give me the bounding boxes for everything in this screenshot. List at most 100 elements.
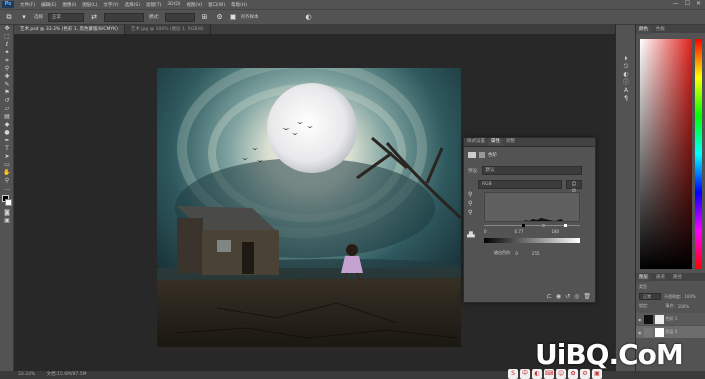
tab-adjustments[interactable]: 调整	[503, 138, 518, 146]
document-tab[interactable]: 艺术.jpg @ 100% (图层 1, RGB/8)	[125, 25, 211, 34]
menu-edit[interactable]: 编辑(E)	[41, 2, 56, 8]
menu-file[interactable]: 文件(F)	[20, 2, 35, 8]
swap-icon[interactable]: ⇄	[89, 12, 99, 22]
close-button[interactable]: ✕	[696, 0, 701, 7]
eyedropper-black-icon[interactable]: ⚲	[468, 191, 472, 198]
hue-slider[interactable]	[695, 39, 702, 269]
align-checkbox[interactable]	[229, 14, 236, 20]
visibility-icon[interactable]: ◎	[574, 293, 579, 300]
eraser-tool-icon[interactable]: ▱	[0, 105, 14, 113]
menu-type[interactable]: 文字(Y)	[103, 2, 118, 8]
actions-panel-icon[interactable]: ⎋	[616, 63, 636, 71]
width-input[interactable]	[104, 12, 144, 22]
tab-color[interactable]: 颜色	[636, 26, 651, 34]
view-previous-icon[interactable]: ◉	[556, 293, 561, 300]
channel-select[interactable]: RGB	[478, 180, 562, 189]
layer-name[interactable]: 图层 4	[666, 329, 678, 335]
crop-tool-icon[interactable]: ⌗	[0, 57, 14, 65]
layer-row[interactable]: ◉ 色阶 1	[636, 313, 705, 325]
brush-panel-icon[interactable]: ◐	[616, 71, 636, 79]
brush-tool-icon[interactable]: ✎	[0, 81, 14, 89]
mode-input[interactable]	[164, 12, 195, 22]
eyedropper-gray-icon[interactable]: ⚲	[468, 200, 472, 207]
menu-layer[interactable]: 图层(L)	[82, 2, 97, 8]
menu-view[interactable]: 视图(V)	[187, 2, 203, 8]
blend-mode-select[interactable]: 正常	[639, 293, 661, 300]
input-high-value[interactable]: 180	[551, 229, 559, 234]
tray-icon[interactable]: 中	[520, 369, 530, 379]
menu-image[interactable]: 图像(I)	[62, 2, 76, 8]
maximize-button[interactable]: ☐	[685, 0, 690, 7]
lasso-tool-icon[interactable]: ℓ	[0, 41, 14, 49]
path-selection-tool-icon[interactable]: ➤	[0, 153, 14, 161]
grid-icon[interactable]: ⊞	[200, 12, 210, 22]
histogram-icon[interactable]: ▟▙	[467, 232, 475, 238]
type-tool-icon[interactable]: T	[0, 145, 14, 153]
blur-tool-icon[interactable]: ◆	[0, 121, 14, 129]
eyedropper-white-icon[interactable]: ⚲	[468, 209, 472, 216]
reset-icon[interactable]: ↺	[565, 293, 570, 300]
healing-brush-tool-icon[interactable]: ✚	[0, 73, 14, 81]
clip-to-layer-icon[interactable]: ⊏	[547, 293, 552, 300]
crop-tool-icon[interactable]: ⧉	[4, 12, 14, 22]
character-panel-icon[interactable]: A	[616, 87, 636, 95]
settings-icon[interactable]: ⚙	[215, 12, 225, 22]
input-mid-value[interactable]: 0.77	[515, 229, 524, 234]
menu-3d[interactable]: 3D(D)	[167, 2, 180, 7]
input-slider[interactable]	[484, 224, 580, 227]
trash-icon[interactable]: 🗑	[583, 293, 591, 300]
hand-tool-icon[interactable]: ✋	[0, 169, 14, 177]
tab-channels[interactable]: 通道	[653, 274, 668, 282]
menu-filter[interactable]: 滤镜(T)	[146, 2, 161, 8]
clone-stamp-tool-icon[interactable]: ⚑	[0, 89, 14, 97]
magic-wand-tool-icon[interactable]: ✦	[0, 49, 14, 57]
background-color[interactable]	[5, 199, 12, 206]
color-swatches[interactable]	[0, 193, 13, 209]
document-tab-active[interactable]: 艺术.psd @ 33.3% (色彩 1, 黑色蒙版/8/CMYK)	[14, 25, 125, 34]
pen-tool-icon[interactable]: ✒	[0, 137, 14, 145]
move-tool-icon[interactable]: ✥	[0, 25, 14, 33]
gradient-tool-icon[interactable]: ▤	[0, 113, 14, 121]
input-mid-handle[interactable]	[542, 224, 545, 227]
tab-layers[interactable]: 图层	[636, 274, 651, 282]
layer-name[interactable]: 色阶 1	[666, 316, 678, 322]
history-brush-tool-icon[interactable]: ↺	[0, 97, 14, 105]
minimize-button[interactable]: —	[673, 0, 679, 7]
menu-help[interactable]: 帮助(H)	[231, 2, 247, 8]
visibility-eye-icon[interactable]: ◉	[638, 317, 642, 322]
auto-button[interactable]: 自动	[566, 180, 582, 194]
eyedropper-tool-icon[interactable]: ⚲	[0, 65, 14, 73]
tab-paths[interactable]: 路径	[670, 274, 685, 282]
dodge-tool-icon[interactable]: ●	[0, 129, 14, 137]
fill-value[interactable]: 100%	[678, 304, 689, 309]
ime-icon[interactable]: S	[508, 369, 518, 379]
document-size[interactable]: 文档:15.6M/97.5M	[47, 372, 87, 377]
quick-mask-icon[interactable]: ◙	[0, 209, 14, 217]
menu-select[interactable]: 选择(S)	[125, 2, 140, 8]
menu-window[interactable]: 窗口(W)	[208, 2, 225, 8]
mask-icon[interactable]	[479, 152, 485, 158]
tab-properties[interactable]: 属性	[488, 138, 503, 146]
tab-swatches[interactable]: 色板	[653, 26, 668, 34]
input-high-handle[interactable]	[564, 224, 567, 227]
shape-tool-icon[interactable]: ▭	[0, 161, 14, 169]
canvas-artwork[interactable]	[157, 68, 461, 347]
screen-mode-icon[interactable]: ▣	[0, 217, 14, 225]
visibility-eye-icon[interactable]: ◉	[638, 330, 642, 335]
info-panel-icon[interactable]: ⓘ	[616, 79, 636, 87]
tool-preset-chevron-icon[interactable]: ▾	[19, 12, 29, 22]
output-low-value[interactable]: 0	[515, 251, 518, 256]
color-picker-field[interactable]	[640, 39, 692, 269]
history-panel-icon[interactable]: ⏵	[616, 55, 636, 63]
zoom-level[interactable]: 33.33%	[18, 372, 35, 377]
zoom-tool-icon[interactable]: ⚲	[0, 177, 14, 185]
tab-styles[interactable]: 样式设置	[464, 138, 488, 146]
pressure-icon[interactable]: ◐	[304, 12, 314, 22]
output-high-value[interactable]: 255	[532, 251, 540, 256]
opacity-value[interactable]: 100%	[684, 294, 695, 299]
marquee-tool-icon[interactable]: ⬚	[0, 33, 14, 41]
more-tools-icon[interactable]: …	[0, 185, 14, 193]
input-low-handle[interactable]	[522, 224, 525, 227]
style-select[interactable]: 正常	[48, 12, 84, 22]
preset-select[interactable]: 默认	[481, 166, 582, 175]
